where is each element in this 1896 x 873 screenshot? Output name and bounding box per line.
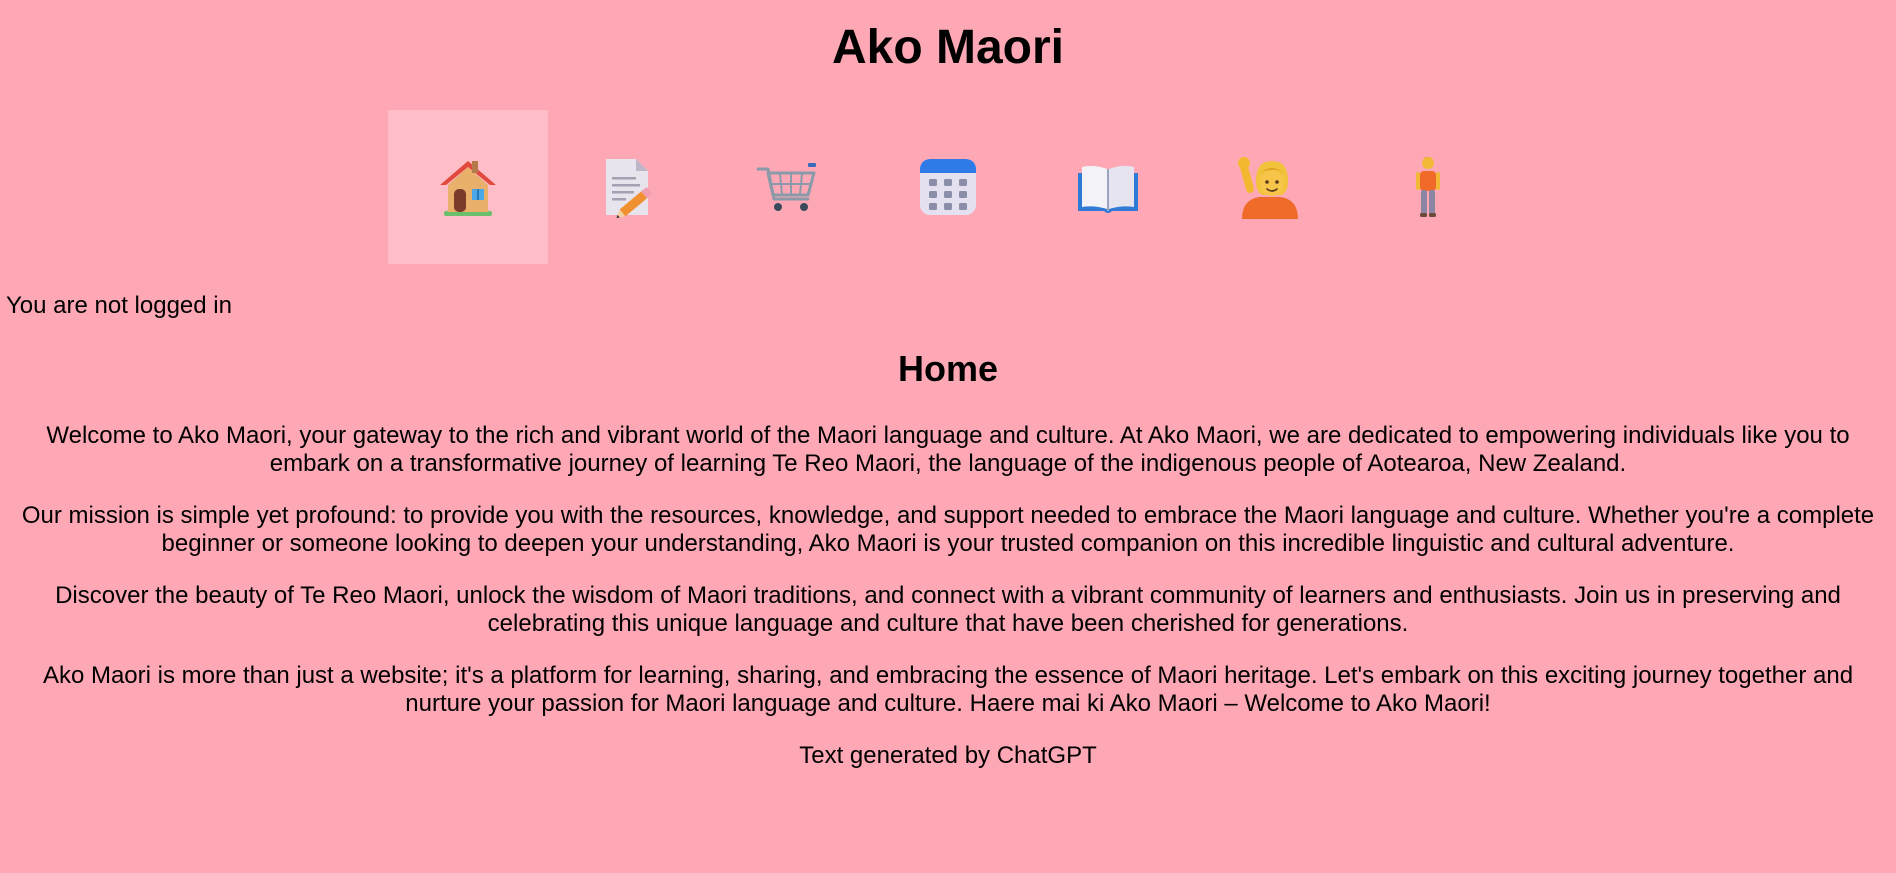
person-standing-icon xyxy=(1416,157,1440,217)
login-status: You are not logged in xyxy=(6,292,232,319)
main-content: Welcome to Ako Maori, your gateway to th… xyxy=(10,422,1886,794)
attribution-text: Text generated by ChatGPT xyxy=(799,742,1097,769)
document-pencil-icon xyxy=(606,159,653,219)
nav-item-community[interactable] xyxy=(1188,110,1348,264)
page-heading: Home xyxy=(897,348,999,389)
nav-item-learn[interactable] xyxy=(1028,110,1188,264)
nav-item-document[interactable] xyxy=(548,110,708,264)
mission-paragraph: Our mission is simple yet profound: to p… xyxy=(21,502,1875,557)
shopping-cart-icon xyxy=(756,163,816,211)
intro-paragraph: Welcome to Ako Maori, your gateway to th… xyxy=(46,422,1850,477)
nav-item-profile[interactable] xyxy=(1348,110,1508,264)
site-title: Ako Maori xyxy=(831,21,1065,74)
nav-item-home[interactable] xyxy=(388,110,548,264)
discover-paragraph: Discover the beauty of Te Reo Maori, unl… xyxy=(55,582,1841,637)
nav-item-shop[interactable] xyxy=(708,110,868,264)
open-book-icon xyxy=(1078,165,1138,213)
calendar-icon xyxy=(920,159,976,215)
main-nav xyxy=(388,110,1508,264)
platform-paragraph: Ako Maori is more than just a website; i… xyxy=(42,662,1854,717)
person-raising-hand-icon xyxy=(1238,157,1298,219)
nav-item-calendar[interactable] xyxy=(868,110,1028,264)
house-icon xyxy=(440,161,496,216)
